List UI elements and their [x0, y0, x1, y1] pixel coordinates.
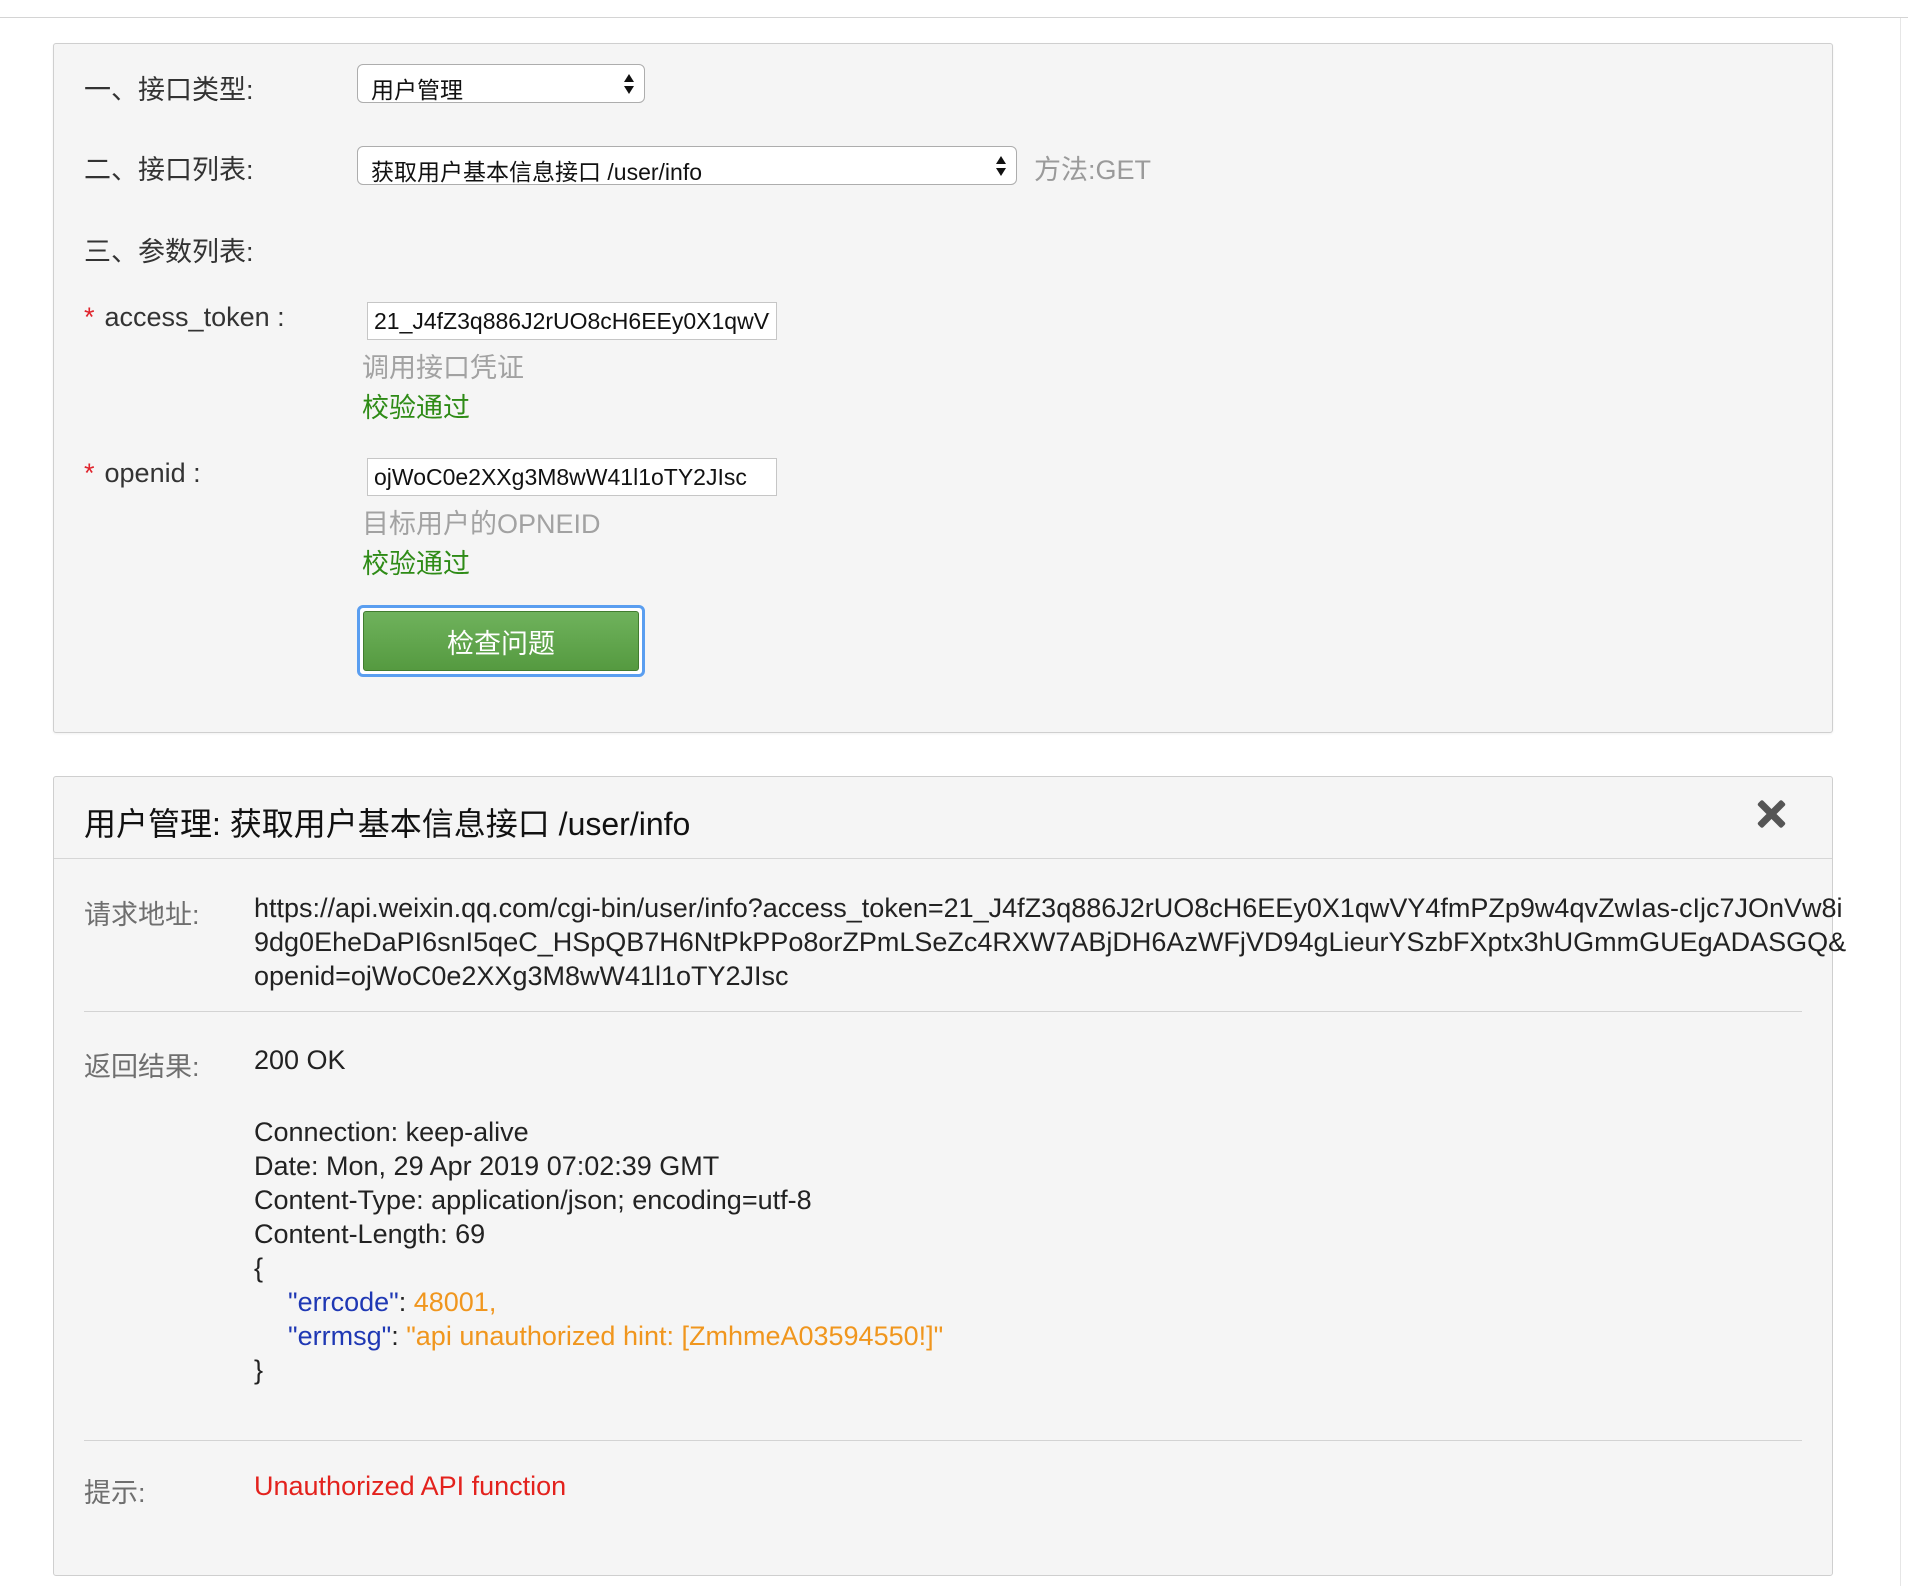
required-asterisk: * — [84, 458, 95, 488]
json-key: "errmsg" — [288, 1321, 392, 1351]
param-list-label: 三、参数列表: — [84, 237, 254, 267]
param-openid-label: * openid : — [84, 458, 201, 488]
response-label: 返回结果: — [84, 1052, 200, 1082]
interface-list-label: 二、接口列表: — [84, 155, 254, 185]
select-arrows-icon — [623, 72, 635, 96]
result-header: 用户管理: 获取用户基本信息接口 /user/info — [54, 777, 1832, 859]
access-token-validation-status: 校验通过 — [362, 393, 470, 423]
response-header-line: Content-Length: 69 — [254, 1219, 486, 1249]
response-header-line: Date: Mon, 29 Apr 2019 07:02:39 GMT — [254, 1151, 720, 1181]
select-arrows-icon — [995, 154, 1007, 178]
interface-type-selected-value: 用户管理 — [371, 77, 463, 103]
json-separator: : — [391, 1321, 407, 1351]
tip-message: Unauthorized API function — [254, 1471, 567, 1501]
openid-input[interactable] — [367, 458, 777, 496]
check-problem-button-label: 检查问题 — [363, 611, 639, 671]
required-asterisk: * — [84, 302, 95, 332]
response-status-line: 200 OK — [254, 1045, 346, 1075]
result-title: 用户管理: 获取用户基本信息接口 /user/info — [84, 806, 691, 842]
openid-validation-status: 校验通过 — [362, 549, 470, 579]
api-form-panel: 一、接口类型: 用户管理 二、接口列表: 获取用户基本信息接口 /user/in… — [53, 43, 1833, 733]
check-problem-button[interactable]: 检查问题 — [357, 605, 645, 677]
section-divider — [84, 1011, 1802, 1012]
openid-hint: 目标用户的OPNEID — [362, 509, 601, 539]
response-header-line: Content-Type: application/json; encoding… — [254, 1185, 812, 1215]
response-body: 200 OK Connection: keep-alive Date: Mon,… — [254, 1043, 943, 1387]
json-field-errmsg: "errmsg": "api unauthorized hint: [Zmhme… — [254, 1319, 943, 1353]
json-field-errcode: "errcode": 48001, — [254, 1285, 943, 1319]
interface-list-select[interactable]: 获取用户基本信息接口 /user/info — [357, 146, 1017, 185]
json-close-brace: } — [254, 1355, 264, 1385]
access-token-hint: 调用接口凭证 — [362, 353, 524, 383]
interface-list-selected-value: 获取用户基本信息接口 /user/info — [371, 159, 702, 185]
close-icon[interactable] — [1756, 799, 1786, 829]
result-panel: 用户管理: 获取用户基本信息接口 /user/info 请求地址: https:… — [53, 776, 1846, 1576]
tip-label: 提示: — [84, 1478, 146, 1508]
section-divider — [84, 1440, 1802, 1441]
json-separator: : — [398, 1287, 414, 1317]
json-open-brace: { — [254, 1253, 264, 1283]
top-divider — [0, 0, 1908, 18]
interface-type-label: 一、接口类型: — [84, 75, 254, 105]
method-indicator: 方法:GET — [1034, 155, 1152, 185]
json-value: "api unauthorized hint: [ZmhmeA03594550!… — [406, 1321, 944, 1351]
request-url-value: https://api.weixin.qq.com/cgi-bin/user/i… — [254, 893, 1847, 991]
request-url-label: 请求地址: — [84, 900, 200, 930]
interface-type-select[interactable]: 用户管理 — [357, 64, 645, 103]
response-header-line: Connection: keep-alive — [254, 1117, 529, 1147]
json-key: "errcode" — [288, 1287, 399, 1317]
json-value: 48001, — [413, 1287, 497, 1317]
access-token-input[interactable] — [367, 302, 777, 340]
param-access-token-label: * access_token : — [84, 302, 285, 332]
right-edge — [1900, 18, 1901, 1586]
